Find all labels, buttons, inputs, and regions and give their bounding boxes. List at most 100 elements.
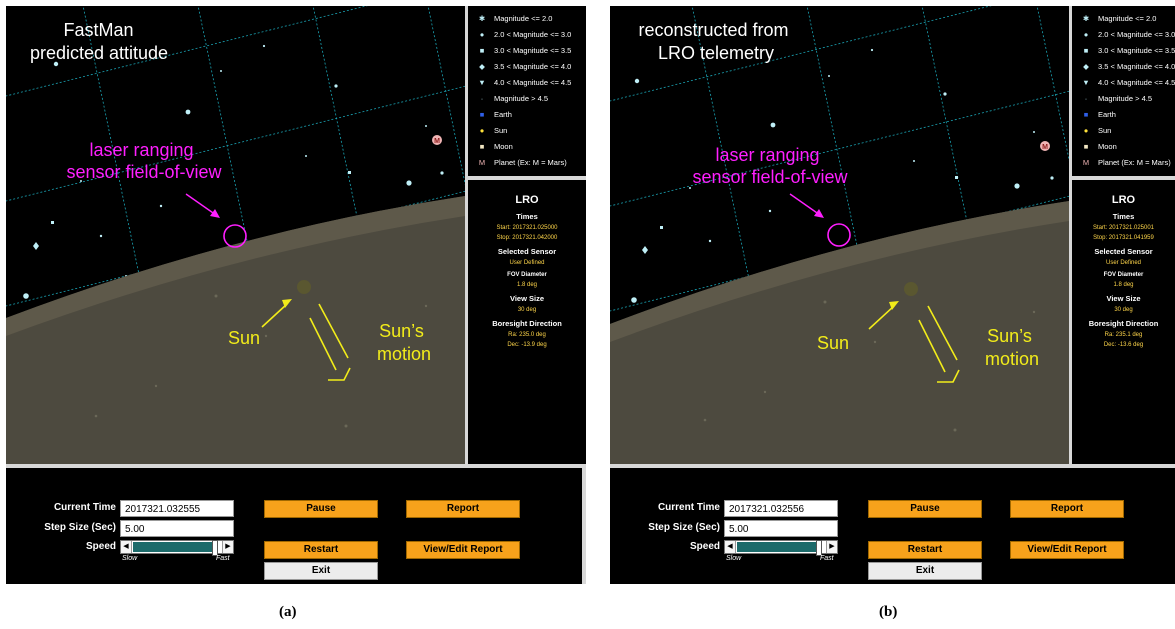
asterisk-star-icon: ✱ [1082, 14, 1090, 23]
slow-label: Slow [122, 555, 138, 562]
sensor-value: User Defined [509, 260, 545, 266]
legend-text: 4.0 < Magnitude <= 4.5 [494, 78, 572, 87]
sensor-value: User Defined [1105, 260, 1141, 266]
speed-label: Speed [689, 541, 720, 552]
boresight-ra: Ra: 235.1 deg [1104, 332, 1143, 338]
info-panel-b: LRO Times Start: 2017321.025001 Stop: 20… [1072, 180, 1175, 464]
overlay-title-line1-b: reconstructed from [638, 20, 788, 40]
legend-row-a: ● 2.0 < Magnitude <= 3.0 [476, 30, 572, 39]
arrow-left-icon[interactable]: ◀ [725, 541, 736, 553]
start-time: Start: 2017321.025000 [496, 225, 558, 231]
caption-a: (a) [279, 604, 297, 620]
arrow-left-icon[interactable]: ◀ [121, 541, 132, 553]
current-time-label: Current Time [657, 502, 720, 513]
sky-view-b: M reconstructed from LRO telemetry laser… [610, 6, 1069, 464]
legend-text: Magnitude <= 2.0 [494, 14, 553, 23]
fov-arrow-b [789, 193, 824, 218]
current-time-field[interactable]: 2017321.032556 [724, 500, 838, 517]
step-size-field[interactable]: 5.00 [724, 520, 838, 537]
legend-text: Magnitude <= 2.0 [1098, 14, 1157, 23]
current-time-field[interactable]: 2017321.032555 [120, 500, 234, 517]
legend-text: Planet (Ex: M = Mars) [1098, 158, 1171, 167]
motion-label-line1-a: Sun’s [379, 321, 424, 341]
control-bar-b: Current Time 2017321.032556 Step Size (S… [610, 468, 1175, 584]
sim-window-b: M reconstructed from LRO telemetry laser… [610, 6, 1175, 584]
legend-text: Planet (Ex: M = Mars) [494, 158, 567, 167]
fov-heading: FOV Diameter [507, 272, 547, 278]
arrow-right-icon[interactable]: ▶ [222, 541, 233, 553]
sun-icon: ● [479, 126, 485, 135]
legend-row-b: ◆ 3.5 < Magnitude <= 4.0 [1080, 62, 1175, 71]
circle-star-icon: ● [1083, 30, 1089, 39]
asterisk-star-icon: ✱ [478, 14, 486, 23]
legend-row-a: ✱ Magnitude <= 2.0 [476, 14, 553, 23]
square-star-icon: ■ [479, 46, 485, 55]
legend-text: Magnitude > 4.5 [1098, 94, 1152, 103]
times-heading: Times [1112, 212, 1135, 221]
sun-label-a: Sun [228, 328, 260, 348]
planet-marker-b: M [1040, 141, 1050, 151]
fov-heading: FOV Diameter [1103, 272, 1144, 278]
fov-label-line1-a: laser ranging [89, 140, 193, 160]
dot-star-icon: · [480, 94, 484, 103]
legend-row-a: ■ Earth [476, 110, 512, 119]
moon-icon: ■ [1083, 142, 1089, 151]
pause-button[interactable]: Pause [264, 500, 378, 518]
boresight-heading: Boresight Direction [1088, 319, 1159, 328]
planet-icon: M [478, 158, 486, 167]
view-edit-report-button[interactable]: View/Edit Report [1010, 541, 1124, 559]
speed-slider[interactable]: ◀ ▶ [724, 540, 838, 556]
legend-row-b: ▼ 4.0 < Magnitude <= 4.5 [1080, 78, 1175, 87]
speed-slider-thumb[interactable] [211, 540, 218, 556]
motion-label-line2-b: motion [985, 349, 1039, 369]
planet-marker-a: M [432, 135, 442, 145]
overlay-title-line2-a: predicted attitude [30, 43, 168, 63]
view-size-value: 30 deg [517, 307, 537, 313]
sim-window-a: M FastMan predicted attitude laser rangi… [6, 6, 586, 584]
exit-button[interactable]: Exit [264, 562, 378, 580]
fov-value: 1.8 deg [1113, 282, 1134, 288]
triangle-star-icon: ▼ [478, 78, 486, 87]
legend-row-b: ✱ Magnitude <= 2.0 [1080, 14, 1157, 23]
legend-text: Magnitude > 4.5 [494, 94, 548, 103]
dot-star-icon: · [1084, 94, 1088, 103]
times-heading: Times [516, 212, 538, 221]
legend-row-b: ● Sun [1080, 126, 1112, 135]
fov-label-line1-b: laser ranging [715, 145, 819, 165]
info-panel-a: LRO Times Start: 2017321.025000 Stop: 20… [468, 180, 586, 464]
legend-row-b: ● 2.0 < Magnitude <= 3.0 [1080, 30, 1175, 39]
overlay-title-line1-a: FastMan [63, 20, 133, 40]
fov-label-b: laser ranging sensor field-of-view [692, 145, 848, 187]
legend-text: 3.5 < Magnitude <= 4.0 [494, 62, 572, 71]
legend-row-a: ▼ 4.0 < Magnitude <= 4.5 [476, 78, 571, 87]
step-size-field[interactable]: 5.00 [120, 520, 234, 537]
restart-button[interactable]: Restart [264, 541, 378, 559]
exit-button[interactable]: Exit [868, 562, 982, 580]
start-time: Start: 2017321.025001 [1092, 225, 1155, 231]
view-size-value: 30 deg [1114, 307, 1133, 313]
sky-canvas-b: M reconstructed from LRO telemetry laser… [610, 6, 1069, 464]
moon-icon: ■ [479, 142, 485, 151]
motion-label-line2-a: motion [377, 344, 431, 364]
step-size-label: Step Size (Sec) [44, 522, 116, 533]
legend-row-a: ◆ 3.5 < Magnitude <= 4.0 [476, 62, 571, 71]
report-button[interactable]: Report [406, 500, 520, 518]
legend-text: 3.0 < Magnitude <= 3.5 [494, 46, 572, 55]
sun-icon: ● [1083, 126, 1089, 135]
sun-disk-b [904, 282, 918, 296]
report-button[interactable]: Report [1010, 500, 1124, 518]
legend-a: ✱ Magnitude <= 2.0 ● 2.0 < Magnitude <= 3.… [468, 6, 586, 176]
speed-slider-thumb[interactable] [815, 540, 822, 556]
legend-text: Earth [494, 110, 512, 119]
view-edit-report-button[interactable]: View/Edit Report [406, 541, 520, 559]
pause-button[interactable]: Pause [868, 500, 982, 518]
sun-disk-a [297, 280, 311, 294]
stop-time: Stop: 2017321.041959 [1093, 235, 1154, 241]
earth-icon: ■ [1083, 110, 1089, 119]
restart-button[interactable]: Restart [868, 541, 982, 559]
legend-row-a: M Planet (Ex: M = Mars) [476, 158, 567, 167]
speed-slider[interactable]: ◀ ▶ [120, 540, 234, 556]
legend-b: ✱ Magnitude <= 2.0 ● 2.0 < Magnitude <= 3.… [1072, 6, 1175, 176]
speed-slider-fill [737, 542, 819, 552]
arrow-right-icon[interactable]: ▶ [826, 541, 837, 553]
